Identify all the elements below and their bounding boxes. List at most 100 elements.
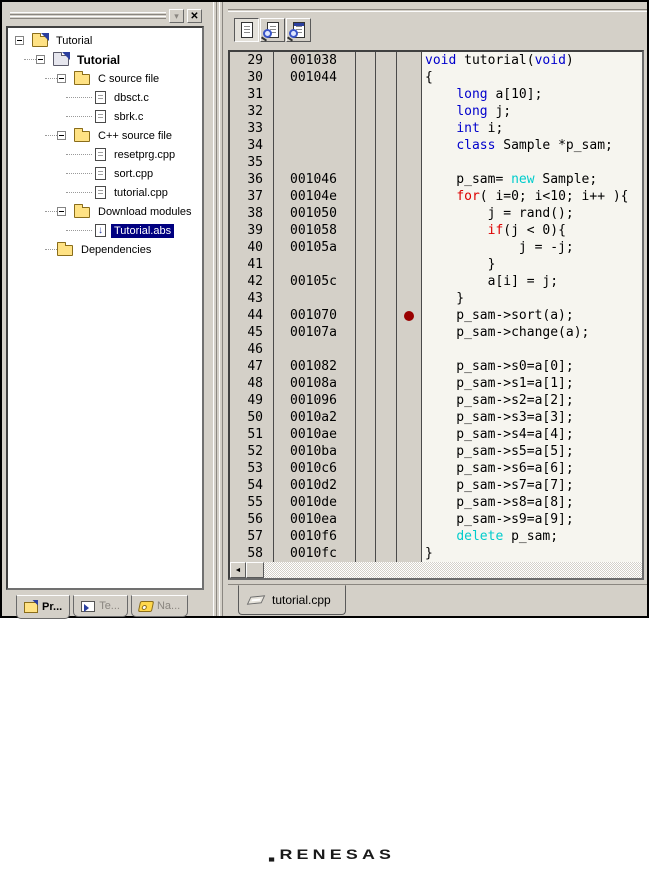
panel-splitter[interactable] [208,2,228,616]
code-text[interactable]: } [422,290,642,307]
breakpoint-column[interactable] [397,392,422,409]
event-column[interactable] [356,341,376,358]
breakpoint-column[interactable] [397,494,422,511]
event-condition-column[interactable] [376,52,397,69]
breakpoint-column[interactable] [397,222,422,239]
event-column[interactable] [356,86,376,103]
code-text[interactable]: for( i=0; i<10; i++ ){ [422,188,642,205]
event-condition-column[interactable] [376,222,397,239]
code-text[interactable]: } [422,545,642,562]
code-text[interactable]: class Sample *p_sam; [422,137,642,154]
tree-item[interactable]: Download modules [8,202,202,221]
breakpoint-column[interactable] [397,171,422,188]
event-condition-column[interactable] [376,358,397,375]
code-text[interactable]: delete p_sam; [422,528,642,545]
breakpoint-column[interactable] [397,409,422,426]
breakpoint-column[interactable] [397,273,422,290]
code-text[interactable]: p_sam->sort(a); [422,307,642,324]
event-condition-column[interactable] [376,511,397,528]
code-text[interactable]: a[i] = j; [422,273,642,290]
code-text[interactable]: p_sam->s5=a[5]; [422,443,642,460]
event-condition-column[interactable] [376,256,397,273]
event-condition-column[interactable] [376,409,397,426]
event-column[interactable] [356,290,376,307]
breakpoint-column[interactable] [397,154,422,171]
breakpoint-column[interactable] [397,205,422,222]
breakpoint-column[interactable] [397,290,422,307]
event-column[interactable] [356,528,376,545]
event-column[interactable] [356,239,376,256]
tree-item[interactable]: Tutorial [8,50,202,69]
breakpoint-column[interactable] [397,137,422,154]
event-column[interactable] [356,443,376,460]
breakpoint-column[interactable] [397,426,422,443]
workspace-tab-templates[interactable]: Te... [73,595,128,617]
event-condition-column[interactable] [376,528,397,545]
workspace-tab-projects[interactable]: Pr... [16,595,71,619]
event-column[interactable] [356,426,376,443]
event-condition-column[interactable] [376,171,397,188]
event-column[interactable] [356,188,376,205]
breakpoint-column[interactable] [397,477,422,494]
breakpoint-column[interactable] [397,307,422,324]
workspace-tree[interactable]: Tutorial Tutorial C source file dbsct.c … [6,26,204,590]
event-condition-column[interactable] [376,137,397,154]
tree-item[interactable]: C source file [8,69,202,88]
code-text[interactable]: p_sam= new Sample; [422,171,642,188]
tree-expander-icon[interactable] [57,207,66,216]
event-condition-column[interactable] [376,86,397,103]
breakpoint-dot[interactable] [404,310,414,321]
code-text[interactable]: void tutorial(void) [422,52,642,69]
event-column[interactable] [356,511,376,528]
event-condition-column[interactable] [376,103,397,120]
event-column[interactable] [356,409,376,426]
tab-tutorial-cpp[interactable]: tutorial.cpp [238,585,346,615]
event-condition-column[interactable] [376,69,397,86]
event-column[interactable] [356,477,376,494]
code-text[interactable]: if(j < 0){ [422,222,642,239]
event-column[interactable] [356,545,376,562]
tree-item[interactable]: Dependencies [8,240,202,259]
tree-item[interactable]: sort.cpp [8,164,202,183]
event-condition-column[interactable] [376,188,397,205]
breakpoint-column[interactable] [397,460,422,477]
code-text[interactable]: long j; [422,103,642,120]
event-column[interactable] [356,52,376,69]
event-column[interactable] [356,154,376,171]
horizontal-scrollbar[interactable]: ◄ [230,562,642,578]
event-condition-column[interactable] [376,324,397,341]
code-text[interactable]: p_sam->s3=a[3]; [422,409,642,426]
event-condition-column[interactable] [376,494,397,511]
titlebar-gripper[interactable] [10,16,166,19]
event-condition-column[interactable] [376,307,397,324]
event-column[interactable] [356,307,376,324]
code-text[interactable]: int i; [422,120,642,137]
tree-item[interactable]: tutorial.cpp [8,183,202,202]
breakpoint-column[interactable] [397,120,422,137]
event-condition-column[interactable] [376,426,397,443]
event-condition-column[interactable] [376,120,397,137]
event-column[interactable] [356,494,376,511]
code-text[interactable]: p_sam->s0=a[0]; [422,358,642,375]
tree-item[interactable]: ↓ Tutorial.abs [8,221,202,240]
tree-item[interactable]: resetprg.cpp [8,145,202,164]
event-condition-column[interactable] [376,154,397,171]
event-column[interactable] [356,69,376,86]
code-text[interactable] [422,154,642,171]
event-condition-column[interactable] [376,545,397,562]
code-text[interactable]: } [422,256,642,273]
code-text[interactable]: { [422,69,642,86]
event-column[interactable] [356,256,376,273]
code-text[interactable]: p_sam->s1=a[1]; [422,375,642,392]
breakpoint-column[interactable] [397,103,422,120]
disassembly-view-button[interactable] [260,18,285,42]
event-column[interactable] [356,103,376,120]
workspace-tab-navigation[interactable]: Na... [130,595,189,617]
breakpoint-column[interactable] [397,86,422,103]
tree-item[interactable]: sbrk.c [8,107,202,126]
code-text[interactable]: p_sam->s7=a[7]; [422,477,642,494]
titlebar-gripper[interactable] [10,12,166,15]
breakpoint-column[interactable] [397,443,422,460]
code-text[interactable]: long a[10]; [422,86,642,103]
breakpoint-column[interactable] [397,341,422,358]
